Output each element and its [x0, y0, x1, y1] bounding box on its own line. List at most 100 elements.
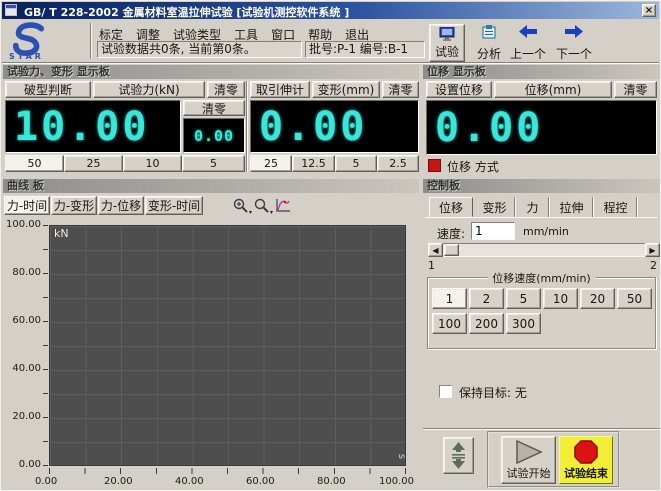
x-axis-unit: s [396, 454, 407, 459]
force-range-5-button[interactable]: 5 [182, 155, 245, 172]
force-clear-button[interactable]: 清零 [207, 81, 245, 98]
curve-panel: 曲线 板 力-时间 力-变形 力-位移 变形-时间 ▾ ▾ [3, 179, 419, 490]
force-range-25-button[interactable]: 25 [64, 155, 123, 172]
force-sub-value-display: 0.00 [183, 118, 245, 153]
tab-force-deform[interactable]: 力-变形 [51, 196, 97, 215]
set-displacement-button[interactable]: 设置位移 [426, 81, 492, 98]
speed-100-button[interactable]: 100 [432, 313, 467, 334]
force-range-10-button[interactable]: 10 [123, 155, 182, 172]
displacement-mode-indicator [428, 159, 441, 172]
status-batch-number: 批号:P-1 编号:B-1 [305, 41, 425, 58]
deform-range-5-button[interactable]: 5 [335, 155, 377, 172]
speed-2-button[interactable]: 2 [469, 288, 504, 309]
deform-range-25-button[interactable]: 25 [250, 155, 292, 172]
previous-button[interactable]: 上一个 [507, 25, 549, 61]
speed-10-button[interactable]: 10 [543, 288, 578, 309]
stop-test-button[interactable]: 试验结束 [559, 436, 613, 484]
deform-clear-button[interactable]: 清零 [382, 81, 419, 98]
speed-preset-group: 位移速度(mm/min) 1 2 5 10 20 50 100 200 300 [427, 277, 656, 349]
speed-1-button[interactable]: 1 [432, 288, 467, 309]
speed-input[interactable] [471, 222, 515, 240]
deform-value-display: 0.00 [250, 100, 419, 153]
displacement-panel: 位移 显示板 设置位移 位移(mm) 清零 0.00 位移 方式 [423, 65, 660, 177]
extensometer-button[interactable]: 取引伸计 [250, 81, 310, 98]
window-title: GB/ T 228-2002 金属材料室温拉伸试验 [试验机测控软件系统 ] [24, 4, 349, 20]
force-channel-button[interactable]: 试验力(kN) [93, 81, 205, 98]
arrow-left-icon [519, 25, 537, 38]
control-tab-force[interactable]: 力 [517, 197, 549, 217]
clipboard-icon [482, 25, 496, 39]
app-window: GB/ T 228-2002 金属材料室温拉伸试验 [试验机测控软件系统 ] ×… [0, 0, 661, 491]
x-tick-label: 0.00 [35, 476, 57, 487]
star-logo-icon [10, 22, 48, 56]
speed-unit-label: mm/min [523, 225, 569, 238]
monitor-icon [439, 27, 455, 41]
slider-min-label: 1 [428, 259, 435, 272]
previous-label: 上一个 [510, 47, 546, 61]
close-button[interactable]: × [642, 4, 656, 17]
x-tick-label: 60.00 [246, 476, 275, 487]
speed-5-button[interactable]: 5 [506, 288, 541, 309]
scrollbar-left-arrow[interactable]: ◀ [428, 243, 443, 257]
speed-label: 速度: [437, 225, 465, 242]
force-range-50-button[interactable]: 50 [5, 155, 64, 172]
y-tick-label: 100.00 [3, 219, 41, 230]
app-icon [5, 4, 17, 16]
speed-scrollbar [428, 243, 660, 257]
hold-target-checkbox[interactable] [439, 385, 452, 398]
toolbar: STAR 标定 调整 试验类型 工具 窗口 帮助 退出 试验数据共0条, 当前第… [2, 19, 659, 63]
zoom-out-icon[interactable]: ▾ [254, 198, 272, 214]
analyze-mode-button[interactable]: 分析 [470, 25, 508, 61]
speed-50-button[interactable]: 50 [617, 288, 652, 309]
force-sub-clear-button[interactable]: 清零 [183, 100, 245, 116]
jog-up-down-button[interactable] [443, 437, 474, 474]
hold-target-label: 保持目标: 无 [459, 384, 527, 401]
curve-tool-icon[interactable] [275, 198, 293, 214]
title-bar: GB/ T 228-2002 金属材料室温拉伸试验 [试验机测控软件系统 ] × [2, 2, 659, 19]
y-tick-label: 80.00 [3, 267, 41, 278]
displacement-clear-button[interactable]: 清零 [614, 81, 657, 98]
y-tick-label: 40.00 [3, 363, 41, 374]
tab-force-time[interactable]: 力-时间 [4, 196, 50, 215]
tab-deform-time[interactable]: 变形-时间 [145, 196, 203, 215]
x-axis-ticks [49, 468, 406, 474]
scrollbar-thumb[interactable] [444, 244, 459, 256]
force-deform-panel-title: 试验力、变形 显示板 [3, 65, 419, 79]
deform-range-12-5-button[interactable]: 12.5 [292, 155, 335, 172]
start-test-button[interactable]: 试验开始 [501, 436, 556, 484]
control-panel: 控制板 位移 变形 力 拉伸 程控 速度: mm/min ◀ ▶ 1 2 位移速… [423, 179, 660, 490]
next-button[interactable]: 下一个 [551, 25, 597, 61]
y-tick-label: 20.00 [3, 411, 41, 422]
displacement-channel-button[interactable]: 位移(mm) [494, 81, 612, 98]
next-label: 下一个 [556, 47, 592, 61]
break-detect-button[interactable]: 破型判断 [5, 81, 91, 98]
test-mode-label: 试验 [435, 45, 459, 59]
speed-300-button[interactable]: 300 [506, 313, 541, 334]
toolbar-divider [90, 23, 92, 59]
curve-panel-title: 曲线 板 [3, 179, 419, 193]
speed-200-button[interactable]: 200 [469, 313, 504, 334]
deform-channel-button[interactable]: 变形(mm) [312, 81, 380, 98]
x-tick-label: 100.00 [379, 476, 414, 487]
toolbar-separator [2, 62, 659, 64]
speed-preset-group-title: 位移速度(mm/min) [487, 270, 595, 286]
force-deform-panel: 试验力、变形 显示板 破型判断 试验力(kN) 清零 10.00 清零 0.00… [3, 65, 419, 177]
tab-baseline [425, 217, 657, 218]
speed-20-button[interactable]: 20 [580, 288, 615, 309]
control-tab-deform[interactable]: 变形 [475, 197, 515, 217]
zoom-in-icon[interactable]: ▾ [233, 198, 251, 214]
control-tab-displacement[interactable]: 位移 [429, 197, 473, 217]
scrollbar-right-arrow[interactable]: ▶ [645, 243, 660, 257]
control-tab-tensile[interactable]: 拉伸 [551, 197, 593, 217]
y-tick-label: 60.00 [3, 315, 41, 326]
x-tick-label: 40.00 [175, 476, 204, 487]
tab-force-displacement[interactable]: 力-位移 [98, 196, 144, 215]
control-tab-program[interactable]: 程控 [595, 197, 637, 217]
start-stop-container: 试验开始 试验结束 [487, 431, 620, 488]
deform-range-2-5-button[interactable]: 2.5 [377, 155, 419, 172]
analyze-mode-label: 分析 [477, 47, 501, 61]
test-mode-button[interactable]: 试验 [429, 24, 465, 62]
control-panel-title: 控制板 [423, 179, 660, 193]
control-separator [423, 428, 660, 430]
x-tick-label: 20.00 [104, 476, 133, 487]
